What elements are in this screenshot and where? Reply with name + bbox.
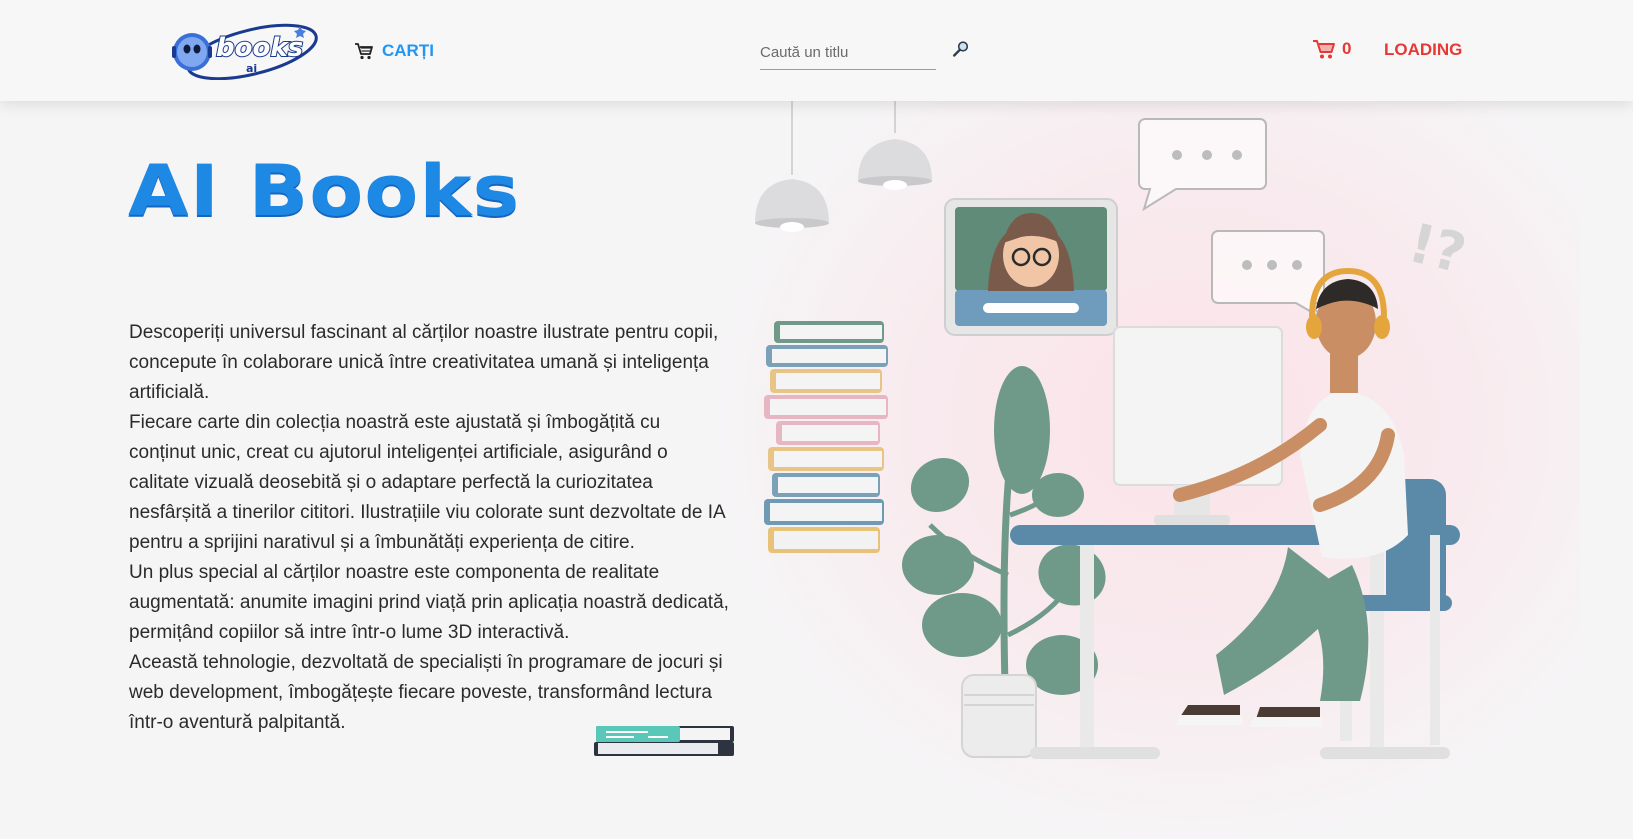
cart-button[interactable]: 0 — [1312, 38, 1351, 60]
search-icon — [953, 41, 969, 57]
search-input[interactable] — [760, 36, 936, 68]
nav-carti-link[interactable]: CARȚI — [354, 38, 434, 64]
hero-title: AI Books — [128, 150, 521, 232]
loading-button[interactable]: LOADING — [1384, 40, 1462, 60]
cart-count: 0 — [1342, 39, 1352, 58]
logo-text: books — [216, 33, 303, 63]
cart-icon — [355, 43, 373, 60]
logo-subtext: ai — [246, 62, 257, 75]
top-navbar: books ai CARȚI 0 LOADING — [0, 0, 1633, 101]
search-field — [760, 36, 936, 70]
svg-text:!?: !? — [1403, 211, 1473, 286]
search-button[interactable] — [950, 38, 972, 60]
hero-paragraph-1: Descoperiți universul fascinant al cărți… — [129, 322, 719, 403]
hero-description: Descoperiți universul fascinant al cărți… — [129, 318, 729, 738]
hero-illustration: !? — [755, 95, 1473, 759]
cart-icon — [1313, 40, 1335, 59]
nav-carti-label: CARȚI — [382, 41, 434, 60]
books-decoration-image — [594, 726, 734, 756]
site-logo[interactable]: books ai — [172, 22, 320, 80]
hero-paragraph-2: Fiecare carte din colecția noastră este … — [129, 412, 725, 553]
hero-paragraph-3: Un plus special al cărților noastre este… — [129, 562, 729, 643]
